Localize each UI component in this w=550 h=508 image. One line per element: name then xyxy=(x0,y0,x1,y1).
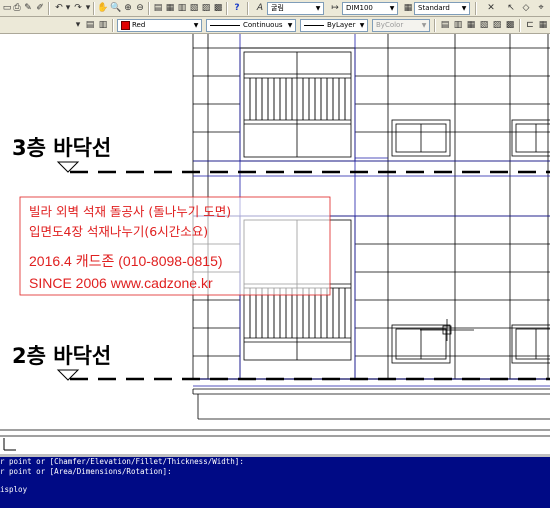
chevron-down-icon: ▼ xyxy=(315,5,321,12)
watermark-line-1: 빌라 외벽 석재 돌공사 (돌나누기 도면) xyxy=(29,204,231,219)
tool-palettes-icon[interactable]: ▥ xyxy=(176,2,188,14)
dim-style-icon: ↦ xyxy=(331,3,339,13)
floor-label-3f: 3층 바닥선 xyxy=(12,136,111,160)
chevron-down-icon: ▼ xyxy=(193,22,199,29)
chevron-down-icon: ▼ xyxy=(287,22,293,29)
command-prompt-line[interactable]: isploy xyxy=(0,485,27,494)
linetype-preview xyxy=(210,24,240,26)
align-left-icon[interactable]: ▤ xyxy=(439,19,451,31)
toolbar-separator xyxy=(434,19,436,32)
lineweight-preview xyxy=(304,24,324,26)
zoom-realtime-icon[interactable]: 🔍 xyxy=(110,2,122,14)
design-center-icon[interactable]: ▦ xyxy=(164,2,176,14)
linetype-select[interactable]: Continuous ▼ xyxy=(206,19,296,32)
elevation-drawing[interactable]: 3층 바닥선 2층 바닥선 빌라 외벽 석재 돌공사 (돌나누기 도면) 입면도… xyxy=(0,34,550,454)
watermark-line-4: SINCE 2006 www.cadzone.kr xyxy=(29,275,213,291)
color-select[interactable]: Red ▼ xyxy=(117,19,202,32)
lineweight-select[interactable]: ByLayer ▼ xyxy=(300,19,368,32)
watermark-line-3: 2016.4 캐드존 (010-8098-0815) xyxy=(29,253,223,269)
chevron-down-icon: ▼ xyxy=(421,22,427,29)
properties-toolbar: ▾ ▤ ▥ Red ▼ Continuous ▼ ByLayer ▼ ByCol… xyxy=(0,17,550,34)
zoom-window-icon[interactable]: ⊕ xyxy=(122,2,134,14)
toolbar-separator xyxy=(519,19,521,32)
block-icon[interactable]: ⊏ xyxy=(524,19,536,31)
balcony-door-3f xyxy=(239,47,356,162)
properties-icon[interactable]: ▤ xyxy=(152,2,164,14)
linetype-value: Continuous xyxy=(243,21,283,29)
toolbar-separator xyxy=(475,2,477,15)
crosshair-cursor xyxy=(420,319,474,341)
text-style-value: 굴림 xyxy=(271,4,284,12)
chevron-down-icon: ▼ xyxy=(389,5,395,12)
layout-icon[interactable]: ▩ xyxy=(504,19,516,31)
color-value: Red xyxy=(132,21,146,29)
align-center-icon[interactable]: ▥ xyxy=(452,19,464,31)
chevron-down-icon: ▼ xyxy=(461,5,467,12)
command-history-line-2: r point or [Area/Dimensions/Rotation]: xyxy=(0,467,172,476)
x-icon[interactable]: ✕ xyxy=(485,2,497,14)
windows xyxy=(391,119,550,364)
pan-icon[interactable]: ✋ xyxy=(97,2,109,14)
zoom-previous-icon[interactable]: ⊖ xyxy=(134,2,146,14)
brush-icon[interactable]: ✐ xyxy=(34,2,46,14)
table-style-value: Standard xyxy=(418,4,450,12)
distribute-icon[interactable]: ▧ xyxy=(478,19,490,31)
layer-dropdown-icon[interactable]: ▾ xyxy=(72,19,84,31)
table-style-select[interactable]: Standard ▼ xyxy=(414,2,470,15)
ucs-strip xyxy=(3,438,16,451)
dim-style-value: DIM100 xyxy=(346,4,373,12)
help-icon[interactable]: ? xyxy=(231,2,243,14)
text-style-icon: A xyxy=(256,3,264,13)
pointer-icon[interactable]: ↖ xyxy=(505,2,517,14)
plotstyle-select[interactable]: ByColor ▼ xyxy=(372,19,430,32)
color-swatch xyxy=(121,20,130,30)
markup-icon[interactable]: ▨ xyxy=(200,2,212,14)
command-window[interactable]: r point or [Chamfer/Elevation/Fillet/Thi… xyxy=(0,454,550,508)
command-history-line-1: r point or [Chamfer/Elevation/Fillet/Thi… xyxy=(0,457,244,466)
snap-icon[interactable]: ◇ xyxy=(520,2,532,14)
toolbar-separator xyxy=(93,2,95,15)
floor-label-2f: 2층 바닥선 xyxy=(12,344,111,368)
calculator-icon[interactable]: ▩ xyxy=(212,2,224,14)
watermark-line-2: 입면도4장 석재나누기(6시간소요) xyxy=(29,224,208,239)
toolbar-separator xyxy=(226,2,228,15)
layer-states-icon[interactable]: ▤ xyxy=(84,19,96,31)
plotstyle-value: ByColor xyxy=(376,21,404,29)
dim-style-select[interactable]: DIM100 ▼ xyxy=(342,2,398,15)
toolbar-separator xyxy=(247,2,249,15)
lineweight-value: ByLayer xyxy=(327,21,356,29)
align-right-icon[interactable]: ▦ xyxy=(465,19,477,31)
toolbar-separator xyxy=(48,2,50,15)
toolbar-separator xyxy=(112,19,114,32)
table-style-icon: ▦ xyxy=(403,3,413,13)
chevron-down-icon: ▼ xyxy=(359,22,365,29)
standard-toolbar: ▭ ⎙ ✎ ✐ ↶ ▾ ↷ ▾ ✋ 🔍 ⊕ ⊖ ▤ ▦ ▥ ▧ ▨ ▩ ? A … xyxy=(0,0,550,17)
drawing-canvas[interactable]: 3층 바닥선 2층 바닥선 빌라 외벽 석재 돌공사 (돌나누기 도면) 입면도… xyxy=(0,34,550,454)
toolbar-separator xyxy=(148,2,150,15)
measure-icon[interactable]: ⌖ xyxy=(535,2,547,14)
match-icon[interactable]: ▨ xyxy=(491,19,503,31)
watermark-box: 빌라 외벽 석재 돌공사 (돌나누기 도면) 입면도4장 석재나누기(6시간소요… xyxy=(19,196,331,296)
sheet-set-icon[interactable]: ▧ xyxy=(188,2,200,14)
layer-previous-icon[interactable]: ▥ xyxy=(97,19,109,31)
table-icon[interactable]: ▦ xyxy=(537,19,549,31)
pencil-icon[interactable]: ✎ xyxy=(22,2,34,14)
text-style-select[interactable]: 굴림 ▼ xyxy=(267,2,324,15)
